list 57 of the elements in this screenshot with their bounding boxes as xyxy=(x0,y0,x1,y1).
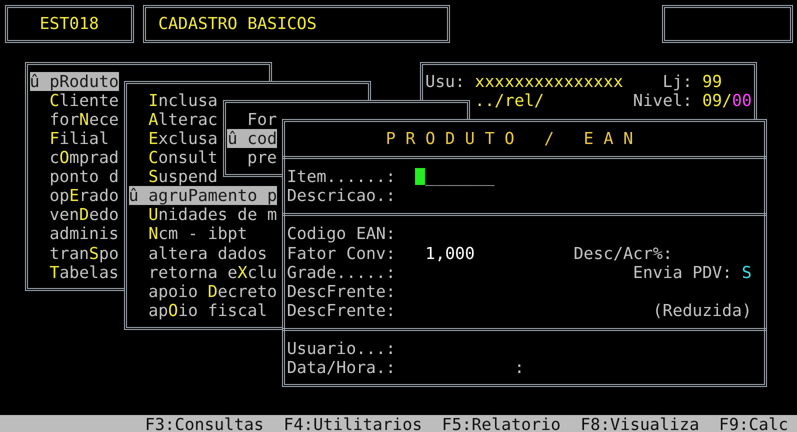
store-number: 99 xyxy=(702,72,722,91)
menu-item[interactable]: ponto d xyxy=(49,167,119,186)
menu-item[interactable]: cOmprad xyxy=(49,148,119,168)
menu-item[interactable]: Consult xyxy=(148,148,218,168)
menu-item[interactable]: opErado xyxy=(49,186,119,206)
function-key-hint: F5:Relatorio xyxy=(442,415,561,432)
menu-item[interactable]: forNece xyxy=(49,110,119,130)
menu-item[interactable]: adminis xyxy=(49,224,119,244)
menu-item[interactable]: tranSpo xyxy=(49,244,119,263)
menu-item[interactable]: Exclusa xyxy=(148,129,218,148)
menu-item[interactable]: altera dados xyxy=(148,244,268,263)
function-key-hint: F3:Consultas xyxy=(145,415,264,432)
field-label: Codigo EAN: xyxy=(286,224,396,244)
menu-item[interactable]: For xyxy=(247,110,277,130)
field-label: Grade.....: xyxy=(286,262,396,282)
menu-item[interactable]: Suspend xyxy=(148,167,218,186)
field-label: Envia PDV: xyxy=(633,262,732,282)
menu-item[interactable]: Alterac xyxy=(148,110,218,130)
user-name: xxxxxxxxxxxxxxx xyxy=(474,72,624,91)
window-title: P R O D U T O / E A N xyxy=(386,129,634,148)
level-label: Nivel: xyxy=(633,90,692,110)
field-note: (Reduzida) xyxy=(652,300,752,320)
function-key-hint: F4:Utilitarios xyxy=(284,415,422,432)
menu-item[interactable]: û agruPamento p xyxy=(128,186,278,206)
field-label: DescFrente: xyxy=(286,300,396,320)
input-field[interactable]: _______ xyxy=(415,167,495,186)
field-value: 1,000 xyxy=(425,244,475,263)
menu-item[interactable]: Unidades de m xyxy=(148,205,278,224)
menu-item[interactable]: Inclusa xyxy=(148,90,218,110)
field-label: Desc/Acr%: xyxy=(574,244,673,263)
menu-item[interactable]: Filial xyxy=(49,129,109,148)
field-label: Item......: xyxy=(286,167,396,186)
field-label: Descricao.: xyxy=(286,186,396,206)
field-label: Data/Hora.: xyxy=(286,358,396,378)
level-value: 09/00 xyxy=(702,90,752,110)
menu-item[interactable]: apoio Decreto xyxy=(148,282,278,301)
field-label: Fator Conv: xyxy=(286,244,396,263)
menu-item[interactable]: retorna eXclu xyxy=(148,262,278,282)
menu-item[interactable]: apOio fiscal xyxy=(148,300,268,320)
time-separator: : xyxy=(514,358,524,378)
program-code: EST018 xyxy=(40,14,99,34)
field-value: S xyxy=(742,262,752,282)
menu-item[interactable]: û pRoduto xyxy=(30,72,119,91)
user-label: Usu: xyxy=(425,72,465,91)
screen-title: CADASTRO BASICOS xyxy=(158,14,317,34)
store-label: Lj: xyxy=(662,72,692,91)
function-key-hint: F8:Visualiza xyxy=(580,415,700,432)
field-label: DescFrente: xyxy=(286,282,396,301)
menu-item[interactable]: Ncm - ibpt xyxy=(148,224,248,244)
path-text: ../rel/ xyxy=(474,90,544,110)
menu-item[interactable]: pre xyxy=(247,148,277,168)
menu-item[interactable]: û cod xyxy=(227,129,277,148)
menu-item[interactable]: Tabelas xyxy=(49,262,119,282)
function-key-hint: F9:Calc xyxy=(719,415,788,432)
menu-item[interactable]: Cliente xyxy=(49,90,119,110)
field-label: Usuario...: xyxy=(286,339,396,358)
menu-item[interactable]: venDedo xyxy=(49,205,119,224)
